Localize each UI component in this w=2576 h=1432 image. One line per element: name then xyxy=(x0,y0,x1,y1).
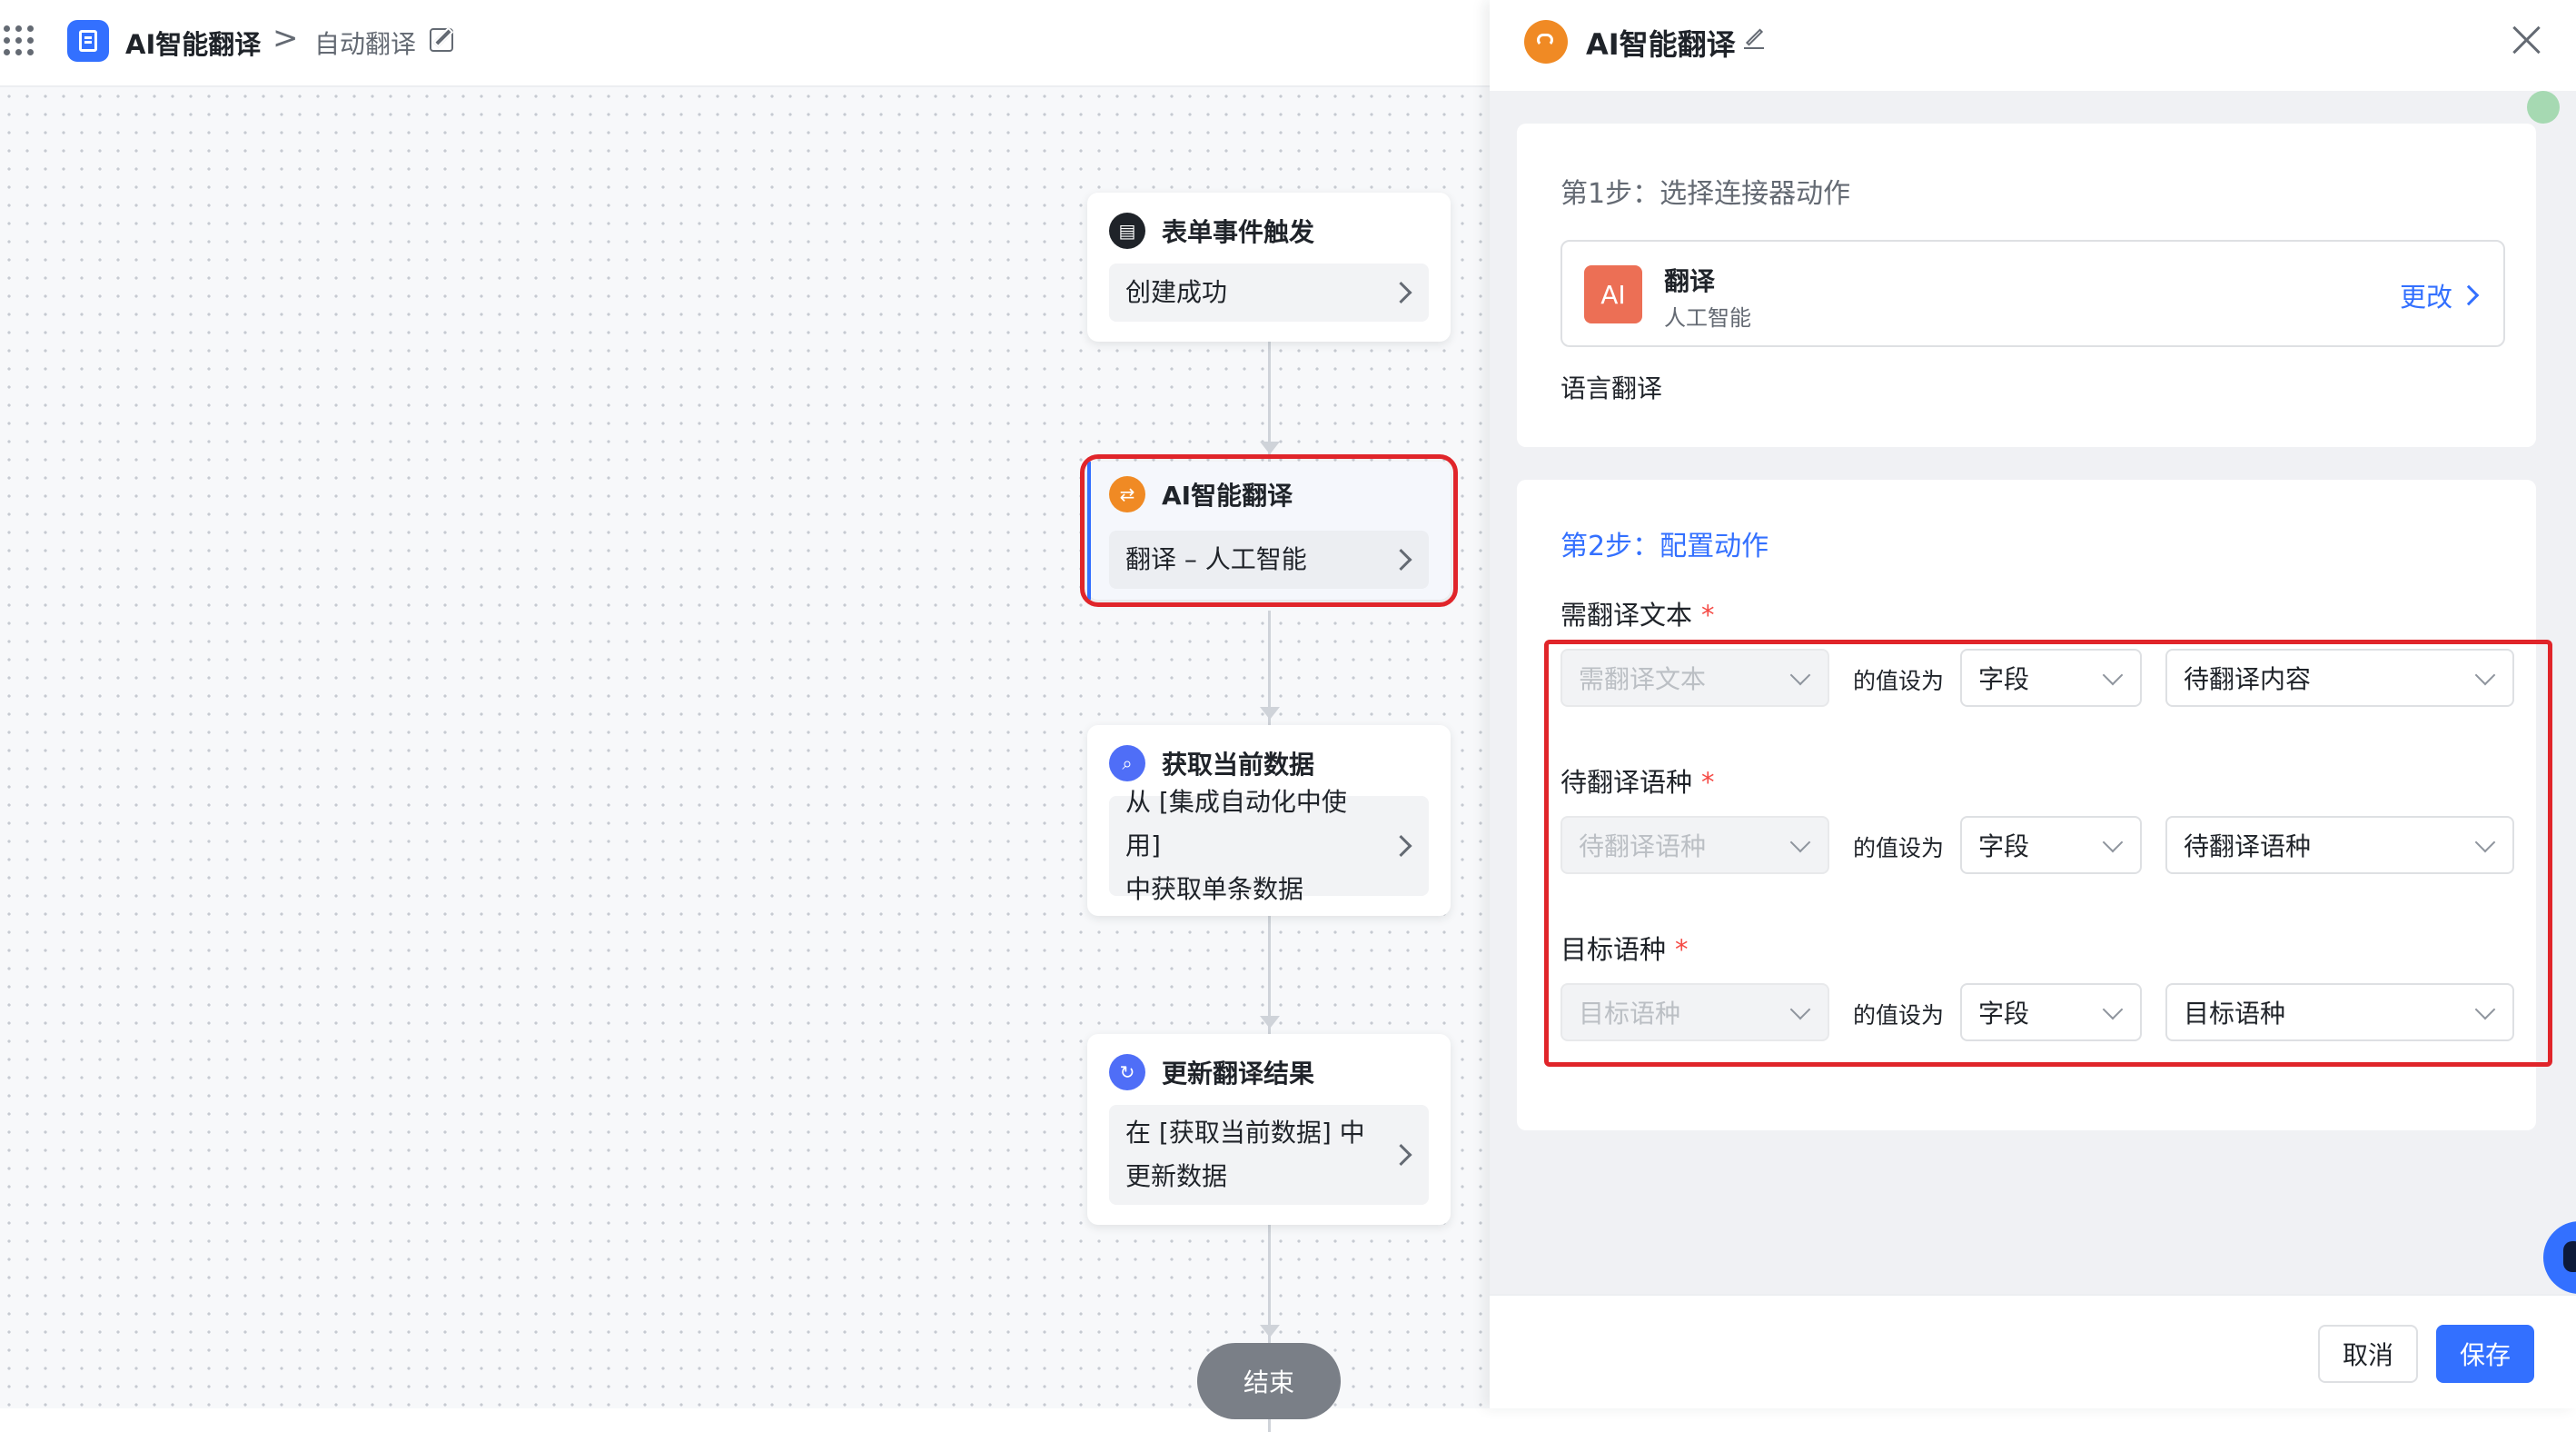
chevron-right-icon xyxy=(1390,834,1412,858)
step2-title: 第2步：配置动作 xyxy=(1560,531,1769,562)
node-detail-line: 从 [集成自动化中使用] xyxy=(1125,787,1347,860)
arrow-icon xyxy=(1260,1016,1280,1029)
ai-badge-icon: AI xyxy=(1584,265,1642,323)
translate-icon: ⇄ xyxy=(1109,476,1145,512)
flow-node-trigger[interactable]: ▤ 表单事件触发 创建成功 xyxy=(1087,193,1451,342)
connector-card: AI 翻译 人工智能 更改 xyxy=(1560,240,2505,347)
node-detail[interactable]: 翻译 – 人工智能 xyxy=(1109,531,1429,589)
node-detail-line: 更新数据 xyxy=(1125,1161,1228,1191)
annotation-highlight xyxy=(1544,640,2552,1067)
change-link-label: 更改 xyxy=(2399,282,2452,313)
node-title: 更新翻译结果 xyxy=(1162,1059,1315,1089)
save-button[interactable]: 保存 xyxy=(2436,1325,2534,1383)
node-detail[interactable]: 在 [获取当前数据] 中 更新数据 xyxy=(1109,1105,1429,1205)
panel-header: AI智能翻译 xyxy=(1490,0,2576,91)
edit-icon[interactable] xyxy=(430,28,453,52)
arrow-icon xyxy=(1260,442,1280,454)
translate-icon xyxy=(1524,20,1568,64)
breadcrumb-page: 自动翻译 xyxy=(314,29,417,59)
chevron-right-icon xyxy=(1390,548,1412,572)
node-title: 获取当前数据 xyxy=(1162,750,1315,780)
flow-node-update[interactable]: ↻ 更新翻译结果 在 [获取当前数据] 中 更新数据 xyxy=(1087,1034,1451,1225)
connector-name: 翻译 xyxy=(1664,266,1716,296)
arrow-icon xyxy=(1260,707,1280,720)
search-icon: ⌕ xyxy=(1109,745,1145,781)
flow-node-get-data[interactable]: ⌕ 获取当前数据 从 [集成自动化中使用] 中获取单条数据 xyxy=(1087,725,1451,916)
node-detail[interactable]: 从 [集成自动化中使用] 中获取单条数据 xyxy=(1109,787,1429,904)
action-name: 语言翻译 xyxy=(1560,373,1663,403)
step1-title: 第1步：选择连接器动作 xyxy=(1560,178,1851,210)
flow-node-ai-translate[interactable]: ⇄ AI智能翻译 翻译 – 人工智能 xyxy=(1080,454,1458,607)
app-logo-icon xyxy=(67,20,109,62)
pencil-icon[interactable] xyxy=(1744,29,1764,49)
breadcrumb-app[interactable]: AI智能翻译 xyxy=(125,24,261,62)
close-icon[interactable] xyxy=(2511,24,2543,56)
node-title: 表单事件触发 xyxy=(1162,217,1315,247)
node-title: AI智能翻译 xyxy=(1162,481,1293,511)
node-detail-line: 中获取单条数据 xyxy=(1125,874,1304,904)
panel-title: AI智能翻译 xyxy=(1586,27,1736,62)
status-dot xyxy=(2527,91,2560,124)
change-connector-link[interactable]: 更改 xyxy=(2399,276,2480,314)
connector-category: 人工智能 xyxy=(1664,305,1751,331)
node-detail-text: 翻译 – 人工智能 xyxy=(1125,544,1307,574)
field-label: 需翻译文本 * xyxy=(1560,600,1715,631)
step1-card: 第1步：选择连接器动作 AI 翻译 人工智能 更改 语言翻译 xyxy=(1517,124,2536,447)
top-bar: AI智能翻译 > 自动翻译 xyxy=(0,0,1490,87)
refresh-icon: ↻ xyxy=(1109,1054,1145,1090)
node-detail-text: 创建成功 xyxy=(1125,277,1228,307)
cancel-button[interactable]: 取消 xyxy=(2318,1325,2418,1383)
file-icon: ▤ xyxy=(1109,213,1145,249)
node-detail[interactable]: 创建成功 xyxy=(1109,264,1429,322)
chevron-right-icon xyxy=(1390,1143,1412,1167)
chevron-right-icon xyxy=(1390,281,1412,304)
chevron-right-icon xyxy=(2458,284,2480,306)
node-detail-line: 在 [获取当前数据] 中 xyxy=(1125,1118,1365,1148)
flow-end-node: 结束 xyxy=(1197,1343,1341,1419)
panel-footer: 取消 保存 xyxy=(1490,1294,2576,1408)
chevron-right-icon: > xyxy=(272,20,299,56)
arrow-icon xyxy=(1260,1325,1280,1338)
app-grid-icon[interactable] xyxy=(4,25,35,56)
